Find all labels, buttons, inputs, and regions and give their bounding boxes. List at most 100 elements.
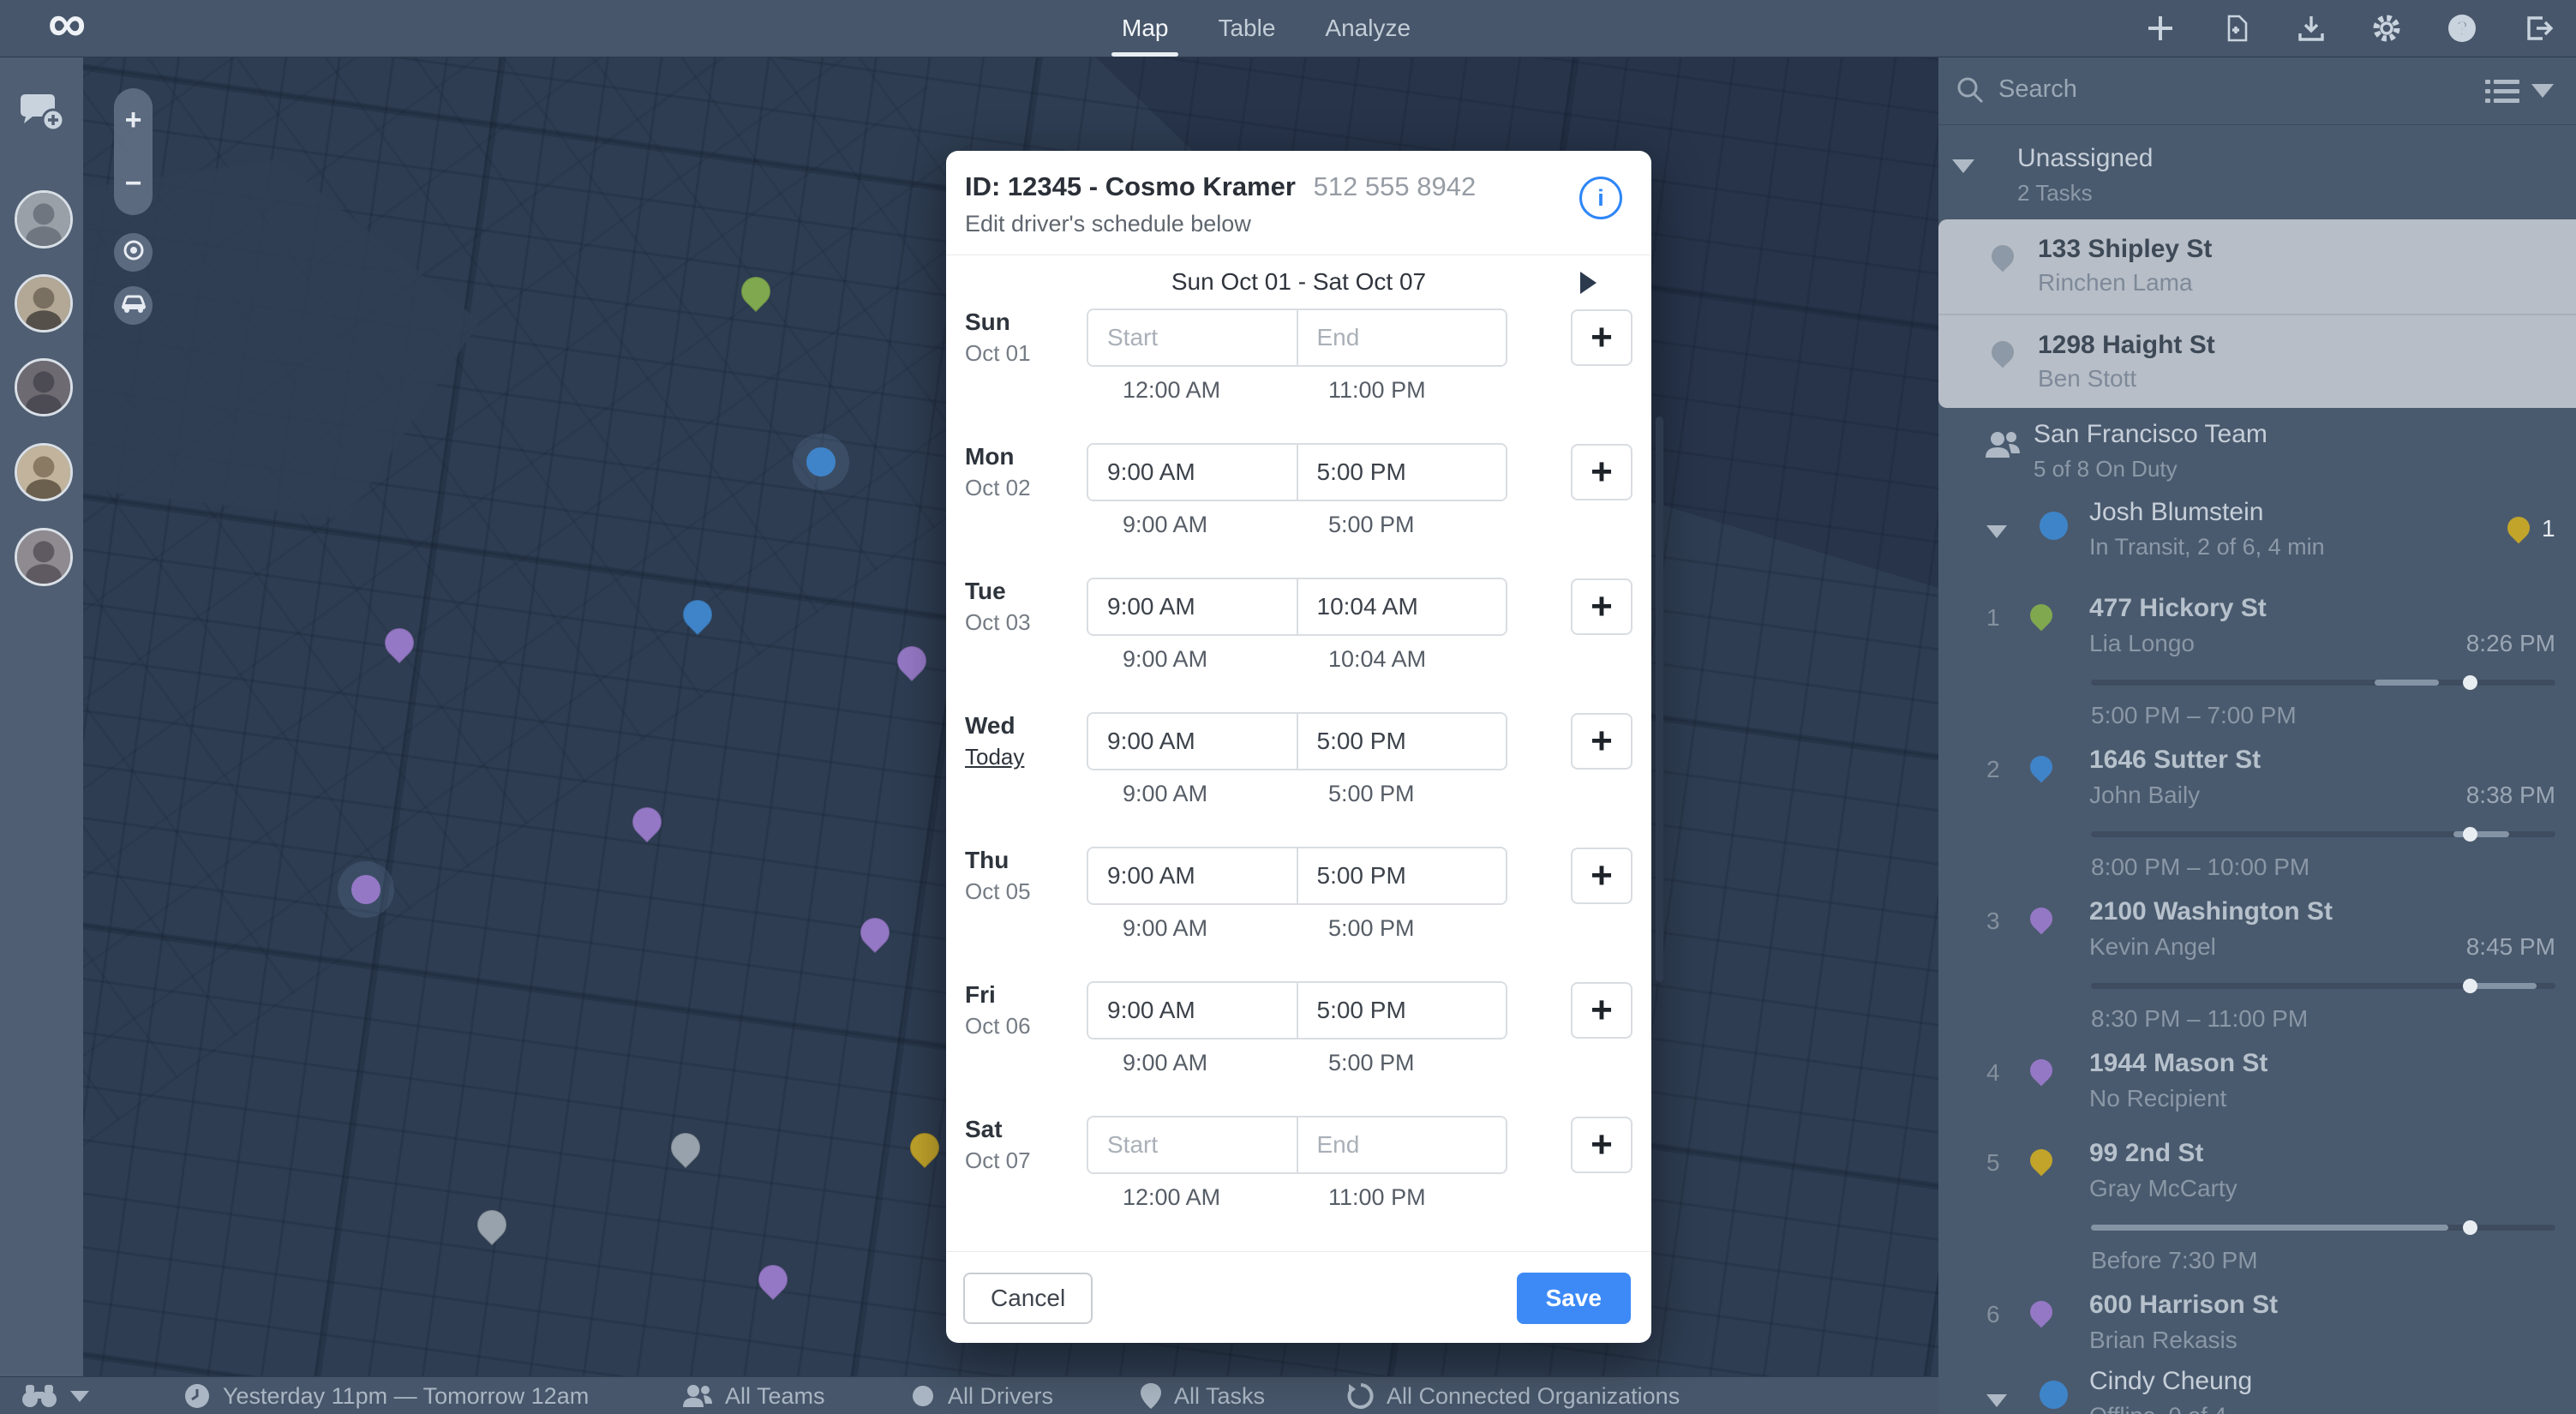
start-time-input[interactable] <box>1088 445 1298 500</box>
download-icon[interactable] <box>2295 12 2327 45</box>
task-recipient: Gray McCarty <box>2089 1175 2238 1202</box>
zoom-in-button[interactable]: + <box>125 105 142 135</box>
map-driver-dot-blue[interactable] <box>806 447 836 476</box>
add-icon[interactable] <box>2144 12 2177 45</box>
modal-scrollbar[interactable] <box>1656 416 1663 982</box>
organizations-filter[interactable]: All Connected Organizations <box>1347 1377 1680 1414</box>
logout-icon[interactable] <box>2521 12 2554 45</box>
end-time-input[interactable] <box>1298 445 1507 500</box>
task-progress-bar <box>2091 983 2555 989</box>
collapse-icon[interactable] <box>1986 525 2007 538</box>
start-time-input[interactable] <box>1088 1117 1298 1172</box>
end-time-input[interactable] <box>1298 848 1507 903</box>
search-input[interactable]: Search <box>1998 75 2077 104</box>
task-pin-icon <box>1987 241 2019 273</box>
help-icon[interactable]: ? <box>2446 12 2478 45</box>
task-row[interactable]: 133 Shipley St Rinchen Lama <box>1938 219 2576 314</box>
start-time-input[interactable] <box>1088 579 1298 634</box>
day-date: Oct 06 <box>965 1013 1087 1040</box>
sidebar-search-row[interactable]: Search <box>1938 57 2576 125</box>
teams-filter[interactable]: All Teams <box>682 1377 825 1414</box>
range-end: 5:00 PM <box>1328 512 1415 538</box>
svg-text:?: ? <box>2456 17 2469 40</box>
end-time-input[interactable] <box>1298 714 1507 769</box>
new-message-button[interactable] <box>15 91 69 135</box>
app-logo[interactable]: ∞ <box>48 0 86 54</box>
add-interval-button[interactable]: + <box>1571 982 1632 1039</box>
cancel-button[interactable]: Cancel <box>963 1273 1093 1324</box>
task-sidebar: Search Unassigned 2 Tasks 133 Shipley St… <box>1938 57 2576 1414</box>
tab-map[interactable]: Map <box>1122 0 1168 57</box>
collapse-icon[interactable] <box>1952 159 1974 173</box>
driver-status: In Transit, 2 of 6, 4 min <box>2089 534 2325 560</box>
day-name: Thu <box>965 847 1087 874</box>
binoculars-icon <box>21 1383 58 1409</box>
driver-avatar[interactable] <box>15 190 73 249</box>
locate-button[interactable] <box>114 233 153 272</box>
task-row[interactable]: 2 1646 Sutter St John Baily 8:38 PM 8:00… <box>1938 725 2576 877</box>
start-time-input[interactable] <box>1088 983 1298 1038</box>
save-button[interactable]: Save <box>1517 1273 1631 1324</box>
collapse-icon[interactable] <box>1986 1394 2007 1407</box>
driver-status: Offline, 0 of 4 <box>2089 1403 2226 1414</box>
add-interval-button[interactable]: + <box>1571 848 1632 904</box>
team-section-header[interactable]: San Francisco Team 5 of 8 On Duty <box>1938 408 2576 491</box>
task-row[interactable]: 1298 Haight St Ben Stott <box>1938 314 2576 410</box>
time-filter[interactable]: Yesterday 11pm — Tomorrow 12am <box>183 1377 589 1414</box>
search-icon <box>1956 75 1985 109</box>
chat-plus-icon <box>15 128 69 142</box>
list-dropdown-icon[interactable] <box>2531 84 2554 98</box>
day-date: Oct 03 <box>965 609 1087 636</box>
drivers-filter-label: All Drivers <box>948 1383 1053 1410</box>
task-recipient: Brian Rekasis <box>2089 1327 2238 1354</box>
task-recipient: John Baily <box>2089 782 2200 809</box>
start-time-input[interactable] <box>1088 714 1298 769</box>
tab-analyze[interactable]: Analyze <box>1325 0 1411 57</box>
driver-row-cindy[interactable]: Cindy Cheung Offline, 0 of 4 <box>1938 1360 2576 1414</box>
driver-avatar[interactable] <box>15 528 73 586</box>
traffic-button[interactable] <box>114 286 153 325</box>
task-pin-icon <box>2026 1055 2058 1087</box>
next-week-arrow-icon[interactable] <box>1580 272 1597 294</box>
modal-footer: Cancel Save <box>946 1251 1651 1343</box>
task-row[interactable]: 4 1944 Mason St No Recipient <box>1938 1028 2576 1118</box>
end-time-input[interactable] <box>1298 579 1507 634</box>
week-navigator: Sun Oct 01 - Sat Oct 07 <box>965 255 1632 309</box>
task-row[interactable]: 3 2100 Washington St Kevin Angel 8:45 PM… <box>1938 877 2576 1028</box>
start-time-input[interactable] <box>1088 848 1298 903</box>
info-icon[interactable]: i <box>1579 177 1622 219</box>
car-icon <box>120 293 147 318</box>
map-layers-button[interactable] <box>21 1377 89 1414</box>
driver-id-name: ID: 12345 - Cosmo Kramer <box>965 171 1296 201</box>
day-name: Mon <box>965 443 1087 470</box>
driver-avatar[interactable] <box>15 274 73 333</box>
tasks-filter[interactable]: All Tasks <box>1140 1377 1265 1414</box>
import-icon[interactable] <box>2220 12 2252 45</box>
badge-count: 1 <box>2542 515 2555 542</box>
add-interval-button[interactable]: + <box>1571 578 1632 635</box>
unassigned-section-header[interactable]: Unassigned 2 Tasks <box>1938 125 2576 219</box>
people-icon <box>682 1383 713 1409</box>
settings-gear-icon[interactable] <box>2370 12 2403 45</box>
add-interval-button[interactable]: + <box>1571 444 1632 500</box>
tab-table[interactable]: Table <box>1218 0 1275 57</box>
task-row[interactable]: 6 600 Harrison St Brian Rekasis <box>1938 1270 2576 1360</box>
end-time-input[interactable] <box>1298 310 1507 365</box>
driver-row-josh[interactable]: Josh Blumstein In Transit, 2 of 6, 4 min… <box>1938 491 2576 573</box>
end-time-input[interactable] <box>1298 1117 1507 1172</box>
add-interval-button[interactable]: + <box>1571 713 1632 770</box>
driver-avatar[interactable] <box>15 358 73 416</box>
zoom-out-button[interactable]: − <box>125 169 142 198</box>
range-end: 5:00 PM <box>1328 915 1415 942</box>
team-status: 5 of 8 On Duty <box>2034 456 2267 482</box>
list-view-icon[interactable] <box>2485 79 2519 109</box>
end-time-input[interactable] <box>1298 983 1507 1038</box>
task-row[interactable]: 1 477 Hickory St Lia Longo 8:26 PM 5:00 … <box>1938 573 2576 725</box>
add-interval-button[interactable]: + <box>1571 1117 1632 1173</box>
map-driver-dot-purple[interactable] <box>351 875 380 904</box>
add-interval-button[interactable]: + <box>1571 309 1632 366</box>
driver-avatar[interactable] <box>15 443 73 501</box>
drivers-filter[interactable]: All Drivers <box>910 1377 1053 1414</box>
start-time-input[interactable] <box>1088 310 1298 365</box>
task-row[interactable]: 5 99 2nd St Gray McCarty Before 7:30 PM <box>1938 1118 2576 1270</box>
